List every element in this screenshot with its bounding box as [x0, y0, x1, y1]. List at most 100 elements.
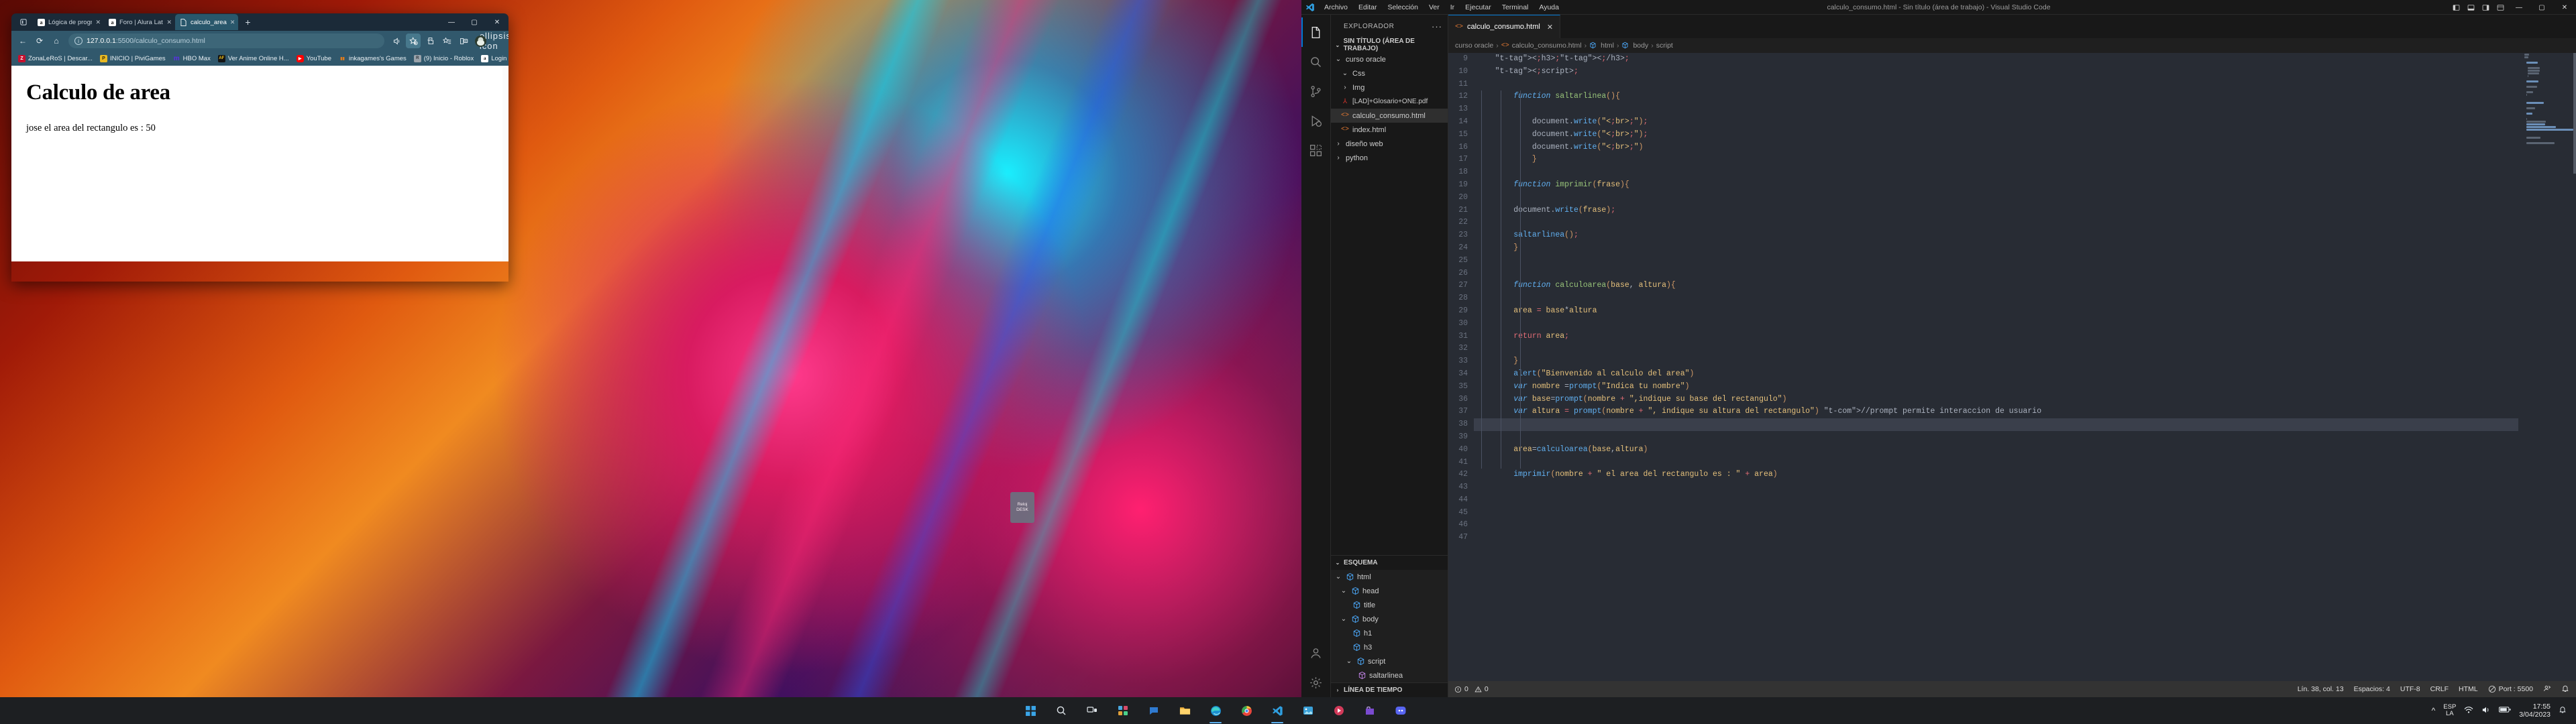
menu-terminal[interactable]: Terminal: [1497, 2, 1534, 13]
code-line[interactable]: function calculoarea(base, altura){: [1474, 280, 2518, 292]
outline-item-html[interactable]: ⌄ html: [1331, 570, 1448, 584]
browser-tab-0[interactable]: a Lógica de programación parte 1 ✕: [33, 15, 104, 29]
code-line[interactable]: function imprimir(frase){: [1474, 179, 2518, 192]
layout-icon[interactable]: [2493, 0, 2508, 15]
code-line[interactable]: [1474, 78, 2518, 91]
code-line[interactable]: saltarlinea();: [1474, 229, 2518, 242]
taskbar-media-icon[interactable]: [1330, 702, 1348, 719]
taskbar-chrome-icon[interactable]: [1238, 702, 1255, 719]
bookmark-item[interactable]: aLogin | Alura Latam...: [478, 54, 508, 64]
taskbar-folder-icon[interactable]: [1176, 702, 1193, 719]
address-bar[interactable]: i 127.0.0.1:5500/calculo_consumo.html: [68, 34, 384, 48]
panel-right-icon[interactable]: [2478, 0, 2493, 15]
activity-extensions[interactable]: [1301, 135, 1331, 165]
code-line[interactable]: [1474, 217, 2518, 229]
tab-search-icon[interactable]: [16, 15, 31, 29]
taskbar-widgets-icon[interactable]: [1114, 702, 1132, 719]
code-line[interactable]: [1474, 292, 2518, 305]
code-line[interactable]: alert("Bienvenido al calculo del area"): [1474, 368, 2518, 381]
chevron-down-icon[interactable]: ⌄: [1334, 573, 1343, 581]
activity-search[interactable]: [1301, 47, 1331, 76]
code-line[interactable]: [1474, 494, 2518, 507]
outline-item-h3[interactable]: h3: [1331, 640, 1448, 654]
outline-item-h1[interactable]: h1: [1331, 626, 1448, 640]
workspace-section-header[interactable]: ⌄ SIN TÍTULO (ÁREA DE TRABAJO): [1331, 38, 1448, 52]
maximize-button[interactable]: ▢: [463, 13, 486, 31]
code-line[interactable]: [1474, 457, 2518, 469]
status-language-mode[interactable]: HTML: [2459, 685, 2478, 693]
code-line[interactable]: area=calculoarea(base,altura): [1474, 444, 2518, 457]
split-screen-icon[interactable]: [456, 34, 471, 48]
code-line[interactable]: document.write("<;br>;"): [1474, 141, 2518, 154]
tree-item-curso-oracle[interactable]: ⌄ curso oracle: [1331, 52, 1448, 66]
tray-clock[interactable]: 17:55 3/04/2023: [2519, 703, 2551, 719]
edge-browser-window[interactable]: a Lógica de programación parte 1 ✕ a For…: [11, 13, 508, 282]
bookmark-item[interactable]: ▮▮ inkagames's Games: [335, 54, 410, 64]
menu-ir[interactable]: Ir: [1445, 2, 1460, 13]
code-line[interactable]: [1474, 103, 2518, 116]
info-icon[interactable]: i: [74, 37, 83, 45]
code-line[interactable]: [1474, 267, 2518, 280]
bookmark-item[interactable]: Z ZonaLeRoS | Descar...: [15, 54, 96, 64]
code-line[interactable]: "t-tag"><;script>;: [1474, 66, 2518, 78]
code-line[interactable]: [1474, 507, 2518, 520]
breadcrumb-item-body[interactable]: body: [1633, 42, 1648, 50]
taskbar-start-icon[interactable]: [1022, 702, 1039, 719]
breadcrumb-item-file[interactable]: calculo_consumo.html: [1512, 42, 1582, 50]
sidebar-more-actions-icon[interactable]: ···: [1432, 21, 1442, 32]
code-line[interactable]: [1474, 166, 2518, 179]
new-tab-button[interactable]: +: [240, 15, 255, 29]
minimize-button[interactable]: —: [440, 13, 463, 31]
menu-seleccion[interactable]: Selección: [1382, 2, 1424, 13]
tray-battery-icon[interactable]: [2499, 706, 2511, 715]
chevron-right-icon[interactable]: ›: [1334, 140, 1343, 147]
close-icon[interactable]: ✕: [1547, 23, 1553, 32]
browser-tab-1[interactable]: a Foro | Alura Latam - Cursos onlin ✕: [104, 15, 175, 29]
chevron-down-icon[interactable]: ⌄: [1340, 70, 1350, 77]
taskbar-store-icon[interactable]: [1361, 702, 1379, 719]
read-aloud-icon[interactable]: [389, 34, 404, 48]
chevron-down-icon[interactable]: ⌄: [1334, 42, 1342, 48]
code-line[interactable]: function saltarlinea(){: [1474, 90, 2518, 103]
collections-icon[interactable]: [423, 34, 437, 48]
close-button[interactable]: ✕: [486, 13, 508, 31]
taskbar-task-view-icon[interactable]: [1083, 702, 1101, 719]
back-button[interactable]: ←: [15, 34, 30, 48]
tray-network-icon[interactable]: [2464, 706, 2473, 716]
status-encoding[interactable]: UTF-8: [2400, 685, 2420, 693]
page-scrollbar[interactable]: [502, 66, 508, 261]
breadcrumb-item-folder[interactable]: curso oracle: [1455, 42, 1493, 50]
code-line[interactable]: "t-tag"><;h3>;"t-tag"><;/h3>;: [1474, 53, 2518, 66]
code-line[interactable]: imprimir(nombre + " el area del rectangu…: [1474, 469, 2518, 481]
code-line[interactable]: [1474, 519, 2518, 532]
outline-item-body[interactable]: ⌄ body: [1331, 612, 1448, 626]
chevron-right-icon[interactable]: ›: [1340, 84, 1350, 91]
browser-tab-2[interactable]: calculo_area ✕: [175, 14, 239, 30]
tray-show-hidden-icon[interactable]: ^: [2432, 706, 2436, 715]
bookmark-item[interactable]: ▶ YouTube: [293, 54, 335, 64]
tray-language-indicator[interactable]: ESP LA: [2443, 703, 2456, 718]
chevron-down-icon[interactable]: ⌄: [1344, 658, 1354, 665]
activity-accounts[interactable]: [1301, 638, 1331, 668]
status-eol[interactable]: CRLF: [2430, 685, 2449, 693]
tree-item-index-html[interactable]: <> index.html: [1331, 123, 1448, 137]
taskbar-chat-icon[interactable]: [1145, 702, 1163, 719]
chevron-down-icon[interactable]: ⌄: [1339, 587, 1348, 595]
outline-item-script[interactable]: ⌄ script: [1331, 654, 1448, 668]
menu-editar[interactable]: Editar: [1353, 2, 1382, 13]
code-line[interactable]: document.write(frase);: [1474, 204, 2518, 217]
tray-sound-icon[interactable]: [2481, 706, 2491, 716]
status-remote-icon[interactable]: [2543, 684, 2551, 695]
code-line[interactable]: [1474, 192, 2518, 204]
chevron-down-icon[interactable]: ⌄: [1339, 615, 1348, 623]
code-line[interactable]: return area;: [1474, 330, 2518, 343]
minimap-slider[interactable]: [2573, 53, 2576, 174]
tree-item-css[interactable]: ⌄ Css: [1331, 66, 1448, 80]
code-content[interactable]: "t-tag"><;h3>;"t-tag"><;/h3>; "t-tag"><;…: [1474, 53, 2518, 681]
vscode-maximize-button[interactable]: ▢: [2530, 0, 2553, 15]
code-line[interactable]: [1474, 418, 2518, 431]
status-indentation[interactable]: Espacios: 4: [2354, 685, 2390, 693]
outline-item-title[interactable]: title: [1331, 598, 1448, 612]
close-icon[interactable]: ✕: [166, 19, 172, 26]
vscode-window[interactable]: Archivo Editar Selección Ver Ir Ejecutar…: [1301, 0, 2576, 697]
